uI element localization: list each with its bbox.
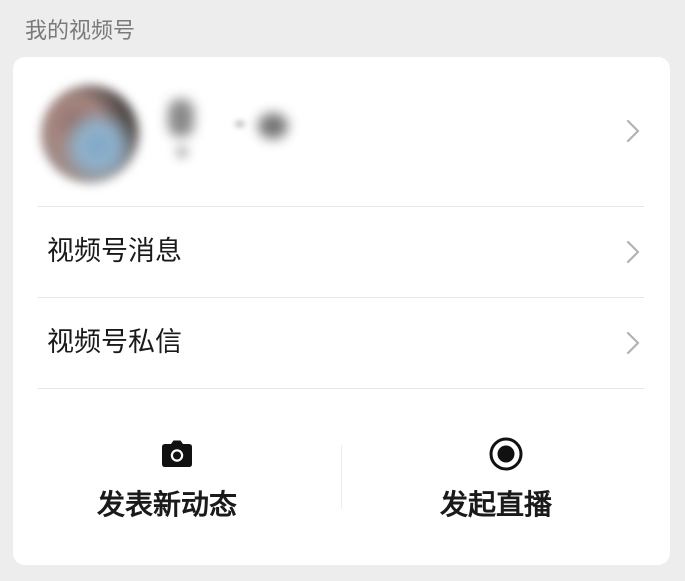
nickname-blurred <box>168 99 194 137</box>
start-live-button[interactable]: 发起直播 <box>342 389 670 565</box>
menu-item-label: 视频号私信 <box>47 327 182 358</box>
nickname-blurred-mark <box>175 145 189 159</box>
channels-card: 视频号消息 视频号私信 发表新动态 发起直播 <box>13 57 670 565</box>
profile-row[interactable] <box>13 57 670 206</box>
nickname-blurred-emoji <box>258 113 288 139</box>
menu-item-channel-messages[interactable]: 视频号消息 <box>13 207 670 297</box>
camera-icon <box>158 435 196 473</box>
record-icon <box>487 435 525 473</box>
post-new-moment-label: 发表新动态 <box>96 488 237 521</box>
section-title: 我的视频号 <box>25 19 136 44</box>
quick-actions: 发表新动态 发起直播 <box>13 389 670 565</box>
chevron-right-icon <box>626 331 640 355</box>
chevron-right-icon <box>626 240 640 264</box>
start-live-label: 发起直播 <box>439 488 552 521</box>
nickname-blurred-dash <box>235 121 245 127</box>
avatar <box>41 85 139 183</box>
menu-item-label: 视频号消息 <box>47 236 182 267</box>
post-new-moment-button[interactable]: 发表新动态 <box>13 389 341 565</box>
chevron-right-icon <box>626 119 640 143</box>
menu-item-channel-private-messages[interactable]: 视频号私信 <box>13 298 670 388</box>
